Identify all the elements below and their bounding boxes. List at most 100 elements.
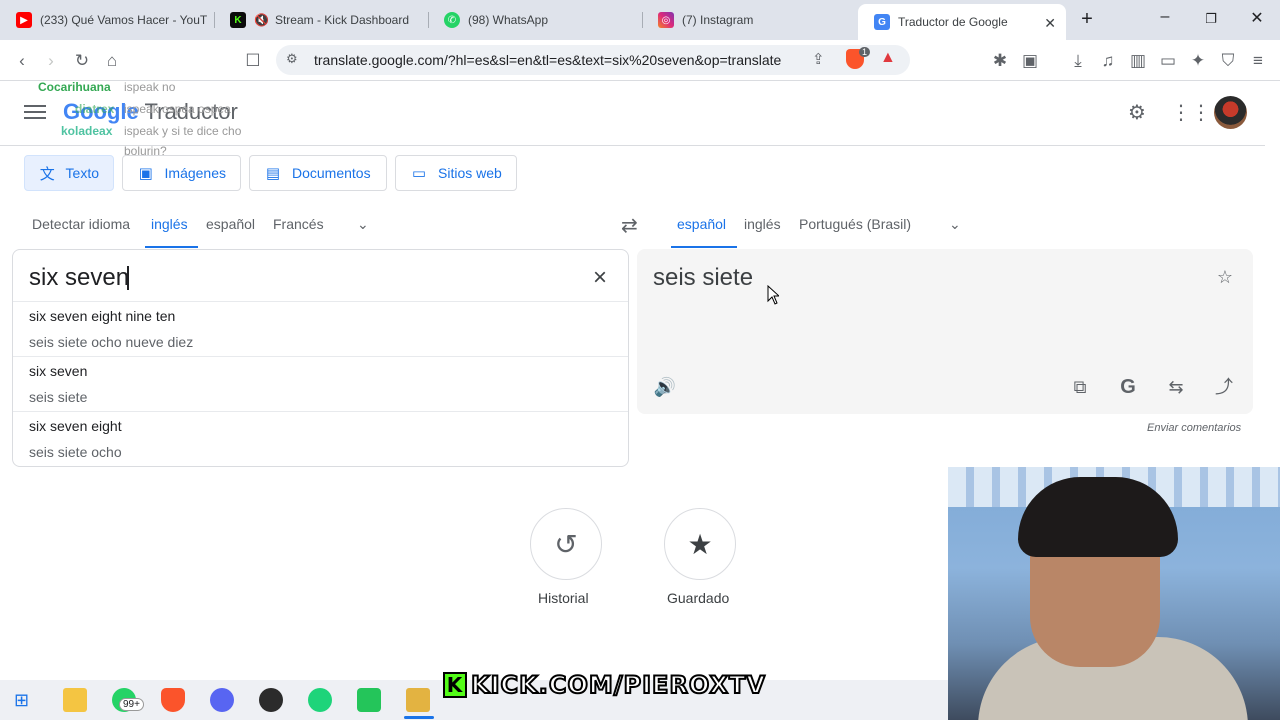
instagram-icon: ◎ xyxy=(658,12,674,28)
site-settings-icon[interactable]: ⚙ xyxy=(286,51,298,67)
wallet-icon[interactable]: ▭ xyxy=(1157,50,1179,72)
suggestion-text: six seven eight nine ten xyxy=(29,308,176,324)
source-lang-detect[interactable]: Detectar idioma xyxy=(32,216,130,232)
home-icon[interactable]: ⌂ xyxy=(101,50,123,72)
mouse-cursor-icon xyxy=(767,285,779,305)
tab-label: (7) Instagram xyxy=(682,13,754,27)
url-text: translate.google.com/?hl=es&sl=en&tl=es&… xyxy=(314,52,782,68)
address-bar[interactable]: ⚙ translate.google.com/?hl=es&sl=en&tl=e… xyxy=(276,45,910,75)
suggestion-translation: seis siete ocho nueve diez xyxy=(29,334,194,350)
suggestion-translation: seis siete ocho xyxy=(29,444,122,460)
history-button[interactable]: ↺ xyxy=(530,508,602,580)
chevron-down-icon[interactable]: ⌄ xyxy=(949,216,961,233)
close-window-button[interactable]: ✕ xyxy=(1245,8,1269,28)
active-app-indicator xyxy=(404,716,434,719)
text-caret xyxy=(127,266,129,290)
streaming-app-taskbar-icon[interactable] xyxy=(357,688,381,712)
target-lang-spanish[interactable]: español xyxy=(677,216,726,232)
saved-button[interactable]: ★ xyxy=(664,508,736,580)
sidebar-icon[interactable]: ▥ xyxy=(1127,50,1149,72)
copy-icon[interactable]: ⧉ xyxy=(1068,375,1092,399)
leo-ai-icon[interactable]: ✦ xyxy=(1187,50,1209,72)
tab-search-icon[interactable]: ▣ xyxy=(1019,50,1041,72)
share-icon[interactable]: ⤴ xyxy=(1212,375,1236,399)
kick-icon: K xyxy=(230,12,246,28)
source-lang-french[interactable]: Francés xyxy=(273,216,324,232)
listen-speaker-icon[interactable]: 🔊 xyxy=(653,375,677,399)
suggestion-divider xyxy=(13,411,628,412)
back-icon[interactable]: ‹ xyxy=(11,50,33,72)
brave-taskbar-icon[interactable] xyxy=(161,688,185,712)
watermark-text: KICK.COM/PIEROXTV xyxy=(470,670,766,700)
star-icon[interactable]: ☆ xyxy=(1213,265,1237,289)
send-feedback-link[interactable]: Enviar comentarios xyxy=(1147,422,1241,434)
source-input[interactable]: six seven xyxy=(29,264,129,292)
kick-watermark: K KICK.COM/PIEROXTV xyxy=(443,670,766,700)
hamburger-menu-icon[interactable] xyxy=(24,101,46,123)
apps-grid-icon[interactable]: ⋮⋮ xyxy=(1171,101,1211,125)
mode-documents-button[interactable]: ▤ Documentos xyxy=(249,155,387,191)
source-lang-indicator xyxy=(145,246,198,248)
target-lang-portuguese[interactable]: Portugués (Brasil) xyxy=(799,216,911,232)
restore-button[interactable]: ❐ xyxy=(1199,11,1223,27)
whatsapp-icon: ✆ xyxy=(444,12,460,28)
rate-translation-icon[interactable]: ⇆ xyxy=(1164,375,1188,399)
settings-gear-icon[interactable]: ⚙ xyxy=(1125,101,1149,125)
source-lang-english[interactable]: inglés xyxy=(151,216,188,232)
mode-label: Documentos xyxy=(292,165,371,181)
mode-label: Imágenes xyxy=(164,165,226,181)
extensions-icon[interactable]: ✱ xyxy=(989,50,1011,72)
muted-speaker-icon[interactable]: 🔇 xyxy=(254,13,269,27)
mode-label: Texto xyxy=(65,165,99,181)
suggestion-text: six seven xyxy=(29,363,88,379)
chat-message: ispeak no xyxy=(124,80,176,94)
media-icon[interactable]: ♫ xyxy=(1097,50,1119,72)
source-lang-spanish[interactable]: español xyxy=(206,216,255,232)
mode-images-button[interactable]: ▣ Imágenes xyxy=(122,155,241,191)
history-label: Historial xyxy=(538,590,589,606)
translate-icon: 文 xyxy=(39,165,55,183)
windows-start-icon[interactable]: ⊞ xyxy=(14,690,29,711)
suggestion-divider xyxy=(13,356,628,357)
tab-youtube[interactable]: ▶ (233) Qué Vamos Hacer - YouT xyxy=(0,0,214,40)
mode-text-button[interactable]: 文 Texto xyxy=(24,155,114,191)
file-explorer-icon[interactable] xyxy=(63,688,87,712)
share-icon[interactable]: ⇪ xyxy=(812,50,825,68)
google-translate-icon: G xyxy=(874,14,890,30)
suggestion-divider xyxy=(13,301,628,302)
clear-text-icon[interactable]: × xyxy=(588,266,612,290)
browser-tab-strip: ▶ (233) Qué Vamos Hacer - YouT K 🔇 Strea… xyxy=(0,0,1280,40)
minimize-button[interactable]: – xyxy=(1153,8,1177,26)
close-tab-icon[interactable]: ✕ xyxy=(1044,15,1056,32)
new-tab-button[interactable]: + xyxy=(1075,8,1099,31)
star-icon: ★ xyxy=(687,528,713,560)
target-lang-indicator xyxy=(671,246,737,248)
reload-icon[interactable]: ↻ xyxy=(71,50,93,72)
chevron-down-icon[interactable]: ⌄ xyxy=(357,216,369,233)
mode-websites-button[interactable]: ▭ Sitios web xyxy=(395,155,517,191)
tab-whatsapp[interactable]: ✆ (98) WhatsApp xyxy=(428,0,642,40)
avatar[interactable] xyxy=(1214,96,1247,129)
chat-message: ispeak ospea ospea xyxy=(124,102,231,116)
tab-label: Traductor de Google xyxy=(898,15,1008,29)
obs-taskbar-icon[interactable] xyxy=(259,688,283,712)
brave-rewards-icon[interactable]: ▲ xyxy=(880,49,896,67)
chat-app-taskbar-icon[interactable] xyxy=(308,688,332,712)
tab-instagram[interactable]: ◎ (7) Instagram xyxy=(642,0,856,40)
whatsapp-badge: 99+ xyxy=(119,698,144,711)
website-icon: ▭ xyxy=(411,165,427,182)
swap-languages-icon[interactable]: ⇄ xyxy=(621,213,638,238)
image-icon: ▣ xyxy=(138,165,153,182)
tab-label: (98) WhatsApp xyxy=(468,13,549,27)
browser-menu-icon[interactable]: ≡ xyxy=(1247,50,1269,72)
forward-icon[interactable]: › xyxy=(40,50,62,72)
target-lang-english[interactable]: inglés xyxy=(744,216,781,232)
vpn-icon[interactable]: ⛉ xyxy=(1217,50,1239,72)
game-taskbar-icon[interactable] xyxy=(406,688,430,712)
tab-kick[interactable]: K 🔇 Stream - Kick Dashboard xyxy=(214,0,428,40)
google-search-icon[interactable]: G xyxy=(1116,375,1140,399)
tab-google-translate[interactable]: G Traductor de Google ✕ xyxy=(858,4,1066,40)
bookmark-icon[interactable]: ☐ xyxy=(242,50,264,72)
discord-taskbar-icon[interactable] xyxy=(210,688,234,712)
download-icon[interactable]: ⤓ xyxy=(1067,50,1089,72)
